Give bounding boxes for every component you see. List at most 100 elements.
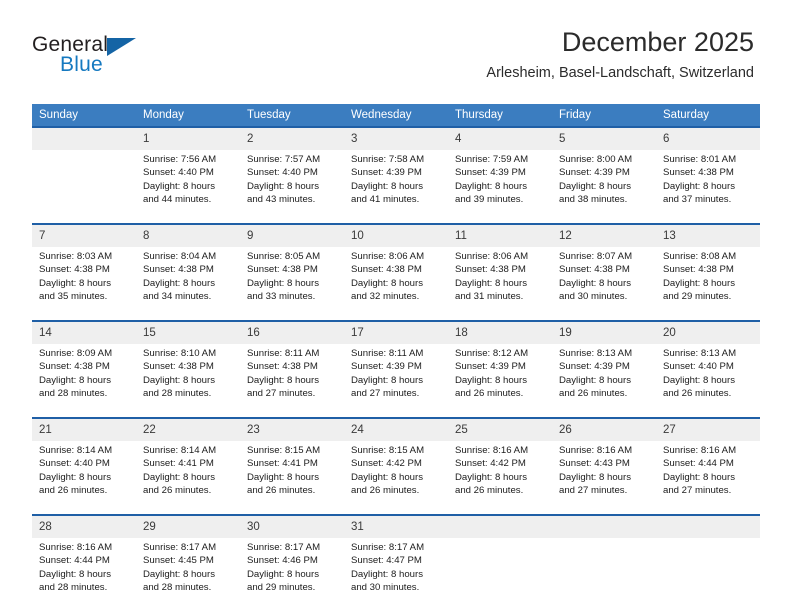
day-detail-row: Sunrise: 8:03 AM Sunset: 4:38 PM Daylight:… [32,247,760,320]
day-number-2[interactable]: 2 [240,128,344,150]
day-number-20[interactable]: 20 [656,322,760,344]
day-cell-15[interactable]: Sunrise: 8:10 AM Sunset: 4:38 PM Daylight:… [136,344,240,417]
sun-info-line: Sunrise: 8:06 AM [351,251,425,262]
day-cell-22[interactable]: Sunrise: 8:14 AM Sunset: 4:41 PM Daylight:… [136,441,240,514]
day-cell-28[interactable]: Sunrise: 8:16 AM Sunset: 4:44 PM Daylight:… [32,538,136,611]
day-cell-13[interactable]: Sunrise: 8:08 AM Sunset: 4:38 PM Daylight:… [656,247,760,320]
sun-info-line: Sunrise: 8:17 AM [143,542,217,553]
day-number-11[interactable]: 11 [448,225,552,247]
weekday-header-friday: Friday [552,104,656,126]
day-number-28[interactable]: 28 [32,516,136,538]
weekday-header-saturday: Saturday [656,104,760,126]
sun-info-line: Sunrise: 8:01 AM [663,154,737,165]
day-number-21[interactable]: 21 [32,419,136,441]
sun-info-line: Sunset: 4:47 PM [351,555,422,567]
day-number-16[interactable]: 16 [240,322,344,344]
day-number-15[interactable]: 15 [136,322,240,344]
day-number-5[interactable]: 5 [552,128,656,150]
sun-info: Sunrise: 7:57 AM Sunset: 4:40 PM Daylight:… [247,153,338,207]
day-number-4[interactable]: 4 [448,128,552,150]
day-number-17[interactable]: 17 [344,322,448,344]
day-cell-27[interactable]: Sunrise: 8:16 AM Sunset: 4:44 PM Daylight:… [656,441,760,514]
sun-info-line: Sunset: 4:38 PM [663,167,734,179]
day-number-14[interactable]: 14 [32,322,136,344]
day-number-31[interactable]: 31 [344,516,448,538]
sun-info-line: Daylight: 8 hours [351,277,423,289]
day-cell-9[interactable]: Sunrise: 8:05 AM Sunset: 4:38 PM Daylight:… [240,247,344,320]
sun-info-line: Daylight: 8 hours [39,568,111,580]
day-number-25[interactable]: 25 [448,419,552,441]
day-cell-31[interactable]: Sunrise: 8:17 AM Sunset: 4:47 PM Daylight:… [344,538,448,611]
day-cell-24[interactable]: Sunrise: 8:15 AM Sunset: 4:42 PM Daylight:… [344,441,448,514]
sun-info: Sunrise: 8:05 AM Sunset: 4:38 PM Daylight:… [247,250,338,304]
day-number-29[interactable]: 29 [136,516,240,538]
day-cell-29[interactable]: Sunrise: 8:17 AM Sunset: 4:45 PM Daylight:… [136,538,240,611]
day-cell-30[interactable]: Sunrise: 8:17 AM Sunset: 4:46 PM Daylight:… [240,538,344,611]
day-cell-11[interactable]: Sunrise: 8:06 AM Sunset: 4:38 PM Daylight:… [448,247,552,320]
day-number-23[interactable]: 23 [240,419,344,441]
sun-info-line: Sunset: 4:45 PM [143,555,214,567]
day-cell-3[interactable]: Sunrise: 7:58 AM Sunset: 4:39 PM Daylight:… [344,150,448,223]
sun-info: Sunrise: 8:14 AM Sunset: 4:40 PM Daylight:… [39,444,130,498]
day-number-27[interactable]: 27 [656,419,760,441]
sun-info-line: and 33 minutes. [247,291,316,303]
day-cell-7[interactable]: Sunrise: 8:03 AM Sunset: 4:38 PM Daylight:… [32,247,136,320]
day-cell-4[interactable]: Sunrise: 7:59 AM Sunset: 4:39 PM Daylight:… [448,150,552,223]
day-number-empty [32,128,136,150]
day-number-13[interactable]: 13 [656,225,760,247]
sun-info-line: and 26 minutes. [39,485,108,497]
day-cell-20[interactable]: Sunrise: 8:13 AM Sunset: 4:40 PM Daylight:… [656,344,760,417]
day-number-24[interactable]: 24 [344,419,448,441]
day-cell-1[interactable]: Sunrise: 7:56 AM Sunset: 4:40 PM Daylight:… [136,150,240,223]
day-number-row: 7 8 9 10 11 12 13 [32,225,760,247]
sun-info: Sunrise: 8:11 AM Sunset: 4:38 PM Daylight:… [247,347,338,401]
sun-info-line: Sunset: 4:39 PM [351,167,422,179]
day-number-6[interactable]: 6 [656,128,760,150]
day-cell-16[interactable]: Sunrise: 8:11 AM Sunset: 4:38 PM Daylight:… [240,344,344,417]
day-cell-17[interactable]: Sunrise: 8:11 AM Sunset: 4:39 PM Daylight:… [344,344,448,417]
sun-info-line: Sunset: 4:42 PM [351,458,422,470]
sun-info-line: Sunrise: 8:05 AM [247,251,321,262]
day-number-22[interactable]: 22 [136,419,240,441]
sun-info-line: Daylight: 8 hours [39,374,111,386]
sun-info-line: and 26 minutes. [559,388,628,400]
day-number-1[interactable]: 1 [136,128,240,150]
day-number-9[interactable]: 9 [240,225,344,247]
sun-info-line: Daylight: 8 hours [247,180,319,192]
day-cell-18[interactable]: Sunrise: 8:12 AM Sunset: 4:39 PM Daylight:… [448,344,552,417]
day-number-3[interactable]: 3 [344,128,448,150]
sun-info-line: Sunset: 4:39 PM [351,361,422,373]
day-cell-12[interactable]: Sunrise: 8:07 AM Sunset: 4:38 PM Daylight:… [552,247,656,320]
day-cell-2[interactable]: Sunrise: 7:57 AM Sunset: 4:40 PM Daylight:… [240,150,344,223]
day-cell-21[interactable]: Sunrise: 8:14 AM Sunset: 4:40 PM Daylight:… [32,441,136,514]
day-cell-19[interactable]: Sunrise: 8:13 AM Sunset: 4:39 PM Daylight:… [552,344,656,417]
sun-info-line: Daylight: 8 hours [351,180,423,192]
sun-info-line: Daylight: 8 hours [143,471,215,483]
day-cell-6[interactable]: Sunrise: 8:01 AM Sunset: 4:38 PM Daylight:… [656,150,760,223]
day-number-12[interactable]: 12 [552,225,656,247]
sun-info-line: Daylight: 8 hours [559,471,631,483]
day-cell-25[interactable]: Sunrise: 8:16 AM Sunset: 4:42 PM Daylight:… [448,441,552,514]
day-number-30[interactable]: 30 [240,516,344,538]
sun-info-line: Sunrise: 8:14 AM [143,445,217,456]
day-cell-5[interactable]: Sunrise: 8:00 AM Sunset: 4:39 PM Daylight:… [552,150,656,223]
day-number-10[interactable]: 10 [344,225,448,247]
calendar-header-row: Sunday Monday Tuesday Wednesday Thursday Frid… [32,104,760,126]
day-number-18[interactable]: 18 [448,322,552,344]
day-cell-23[interactable]: Sunrise: 8:15 AM Sunset: 4:41 PM Daylight:… [240,441,344,514]
day-cell-26[interactable]: Sunrise: 8:16 AM Sunset: 4:43 PM Daylight:… [552,441,656,514]
day-number-19[interactable]: 19 [552,322,656,344]
sun-info-line: Sunrise: 8:03 AM [39,251,113,262]
general-blue-logo[interactable]: General Blue [32,33,212,85]
day-cell-14[interactable]: Sunrise: 8:09 AM Sunset: 4:38 PM Daylight:… [32,344,136,417]
day-detail-row: Sunrise: 8:16 AM Sunset: 4:44 PM Daylight:… [32,538,760,611]
day-number-8[interactable]: 8 [136,225,240,247]
sun-info-line: Sunset: 4:41 PM [247,458,318,470]
sun-info-line: Daylight: 8 hours [455,277,527,289]
sun-info-line: Sunset: 4:44 PM [663,458,734,470]
day-number-7[interactable]: 7 [32,225,136,247]
day-cell-8[interactable]: Sunrise: 8:04 AM Sunset: 4:38 PM Daylight:… [136,247,240,320]
sun-info-line: Daylight: 8 hours [559,180,631,192]
day-cell-10[interactable]: Sunrise: 8:06 AM Sunset: 4:38 PM Daylight:… [344,247,448,320]
day-number-26[interactable]: 26 [552,419,656,441]
